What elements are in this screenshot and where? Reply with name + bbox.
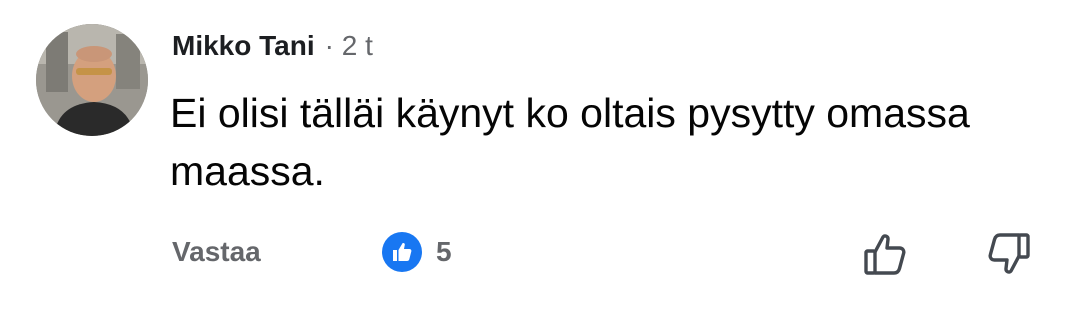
comment-actions: Vastaa 5	[172, 230, 1052, 275]
avatar[interactable]	[36, 24, 148, 136]
comment-timestamp[interactable]: · 2 t	[325, 30, 373, 62]
reaction-summary[interactable]: 5	[382, 230, 452, 274]
comment-body: Ei olisi tälläi käynyt ko oltais pysytty…	[170, 90, 970, 194]
comment-header: Mikko Tani · 2 t	[172, 26, 373, 66]
like-icon	[382, 232, 422, 272]
avatar-photo	[36, 24, 148, 136]
author-name[interactable]: Mikko Tani	[172, 30, 315, 62]
thumbs-down-icon[interactable]	[984, 230, 1032, 278]
comment: Mikko Tani · 2 t Ei olisi tälläi käynyt …	[0, 0, 1080, 315]
reaction-count: 5	[436, 236, 452, 267]
reply-button[interactable]: Vastaa	[172, 230, 261, 274]
thumbs-up-icon[interactable]	[862, 230, 910, 278]
